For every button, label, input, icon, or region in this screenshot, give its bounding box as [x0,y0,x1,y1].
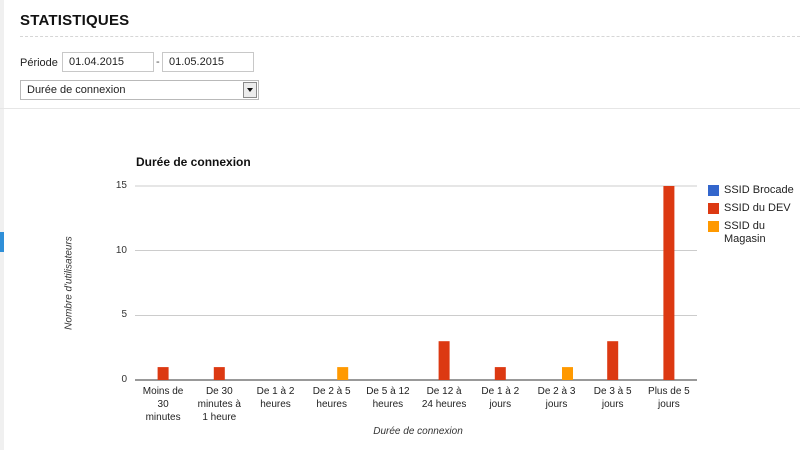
x-tick-label-line: 1 heure [202,412,237,423]
legend-swatch [708,185,719,196]
x-tick-label: De 5 à 12 heures [361,385,415,411]
x-tick-label-line: De 2 à 3 [537,386,576,397]
x-tick-label: De 1 à 2 heures [249,385,303,411]
legend-label-line: SSID du [724,220,765,232]
bar-ssid-du-dev-6[interactable] [494,367,506,380]
x-tick-label-line: minutes à [197,399,241,410]
x-tick-label: De 30 minutes à 1 heure [192,385,246,424]
x-tick-label: De 3 à 5 jours [586,385,640,411]
x-tick-label-line: heures [316,399,347,410]
x-tick-label-line: De 2 à 5 [312,386,351,397]
legend-item[interactable]: SSID du Magasin [708,220,800,246]
x-tick-label-line: De 5 à 12 [366,386,410,397]
x-tick-label: De 2 à 5 heures [305,385,359,411]
bar-ssid-du-dev-5[interactable] [438,341,450,380]
x-tick-label-line: Plus de 5 [648,386,690,397]
legend-item[interactable]: SSID du DEV [708,202,800,215]
x-tick-label: De 12 à 24 heures [417,385,471,411]
x-tick-label-line: 30 [157,399,169,410]
x-tick-label-line: De 12 à [426,386,462,397]
x-tick-label-line: De 30 [205,386,233,397]
bar-ssid-du-dev-8[interactable] [607,341,619,380]
legend-item[interactable]: SSID Brocade [708,184,800,197]
bar-ssid-du-magasin-7[interactable] [562,367,573,380]
legend-swatch [708,203,719,214]
x-tick-label: De 2 à 3 jours [530,385,584,411]
x-tick-label-line: jours [601,399,624,410]
legend-swatch [708,221,719,232]
bar-ssid-du-dev-1[interactable] [213,367,225,380]
y-tick-label: 0 [121,374,127,385]
legend-label: SSID du DEV [724,202,791,215]
chart-legend: SSID Brocade SSID du DEV SSID du Magasin [708,184,800,251]
x-tick-label-line: jours [658,399,680,410]
y-axis-label: Nombre d'utilisateurs [63,236,75,330]
x-tick-label-line: De 1 à 2 [481,386,520,397]
legend-label-line: SSID du DEV [724,202,791,214]
x-tick-label-line: jours [489,399,512,410]
bar-ssid-du-magasin-3[interactable] [337,367,349,380]
bar-ssid-du-dev-0[interactable] [157,367,169,380]
x-tick-label-line: De 1 à 2 [256,386,295,397]
x-tick-label: Plus de 5 jours [642,385,696,411]
legend-label-line: SSID Brocade [724,184,794,196]
x-tick-label: De 1 à 2 jours [473,385,527,411]
legend-label-line: Magasin [724,233,766,245]
y-tick-label: 10 [115,244,127,256]
x-tick-label-line: De 3 à 5 [593,386,632,397]
x-axis-label: Durée de connexion [373,426,463,437]
x-tick-label-line: 24 heures [421,399,467,410]
x-tick-label-line: heures [372,399,404,410]
bar-ssid-du-dev-9[interactable] [663,186,675,380]
y-tick-label: 5 [121,309,127,321]
y-tick-label: 15 [115,180,127,191]
x-tick-label-line: jours [545,399,568,410]
x-tick-label-line: Moins de [142,386,184,397]
legend-label: SSID du Magasin [724,220,766,246]
x-tick-label-line: minutes [145,412,181,423]
x-tick-label: Moins de 30 minutes [136,385,190,424]
legend-label: SSID Brocade [724,184,794,197]
x-tick-label-line: heures [260,399,291,410]
